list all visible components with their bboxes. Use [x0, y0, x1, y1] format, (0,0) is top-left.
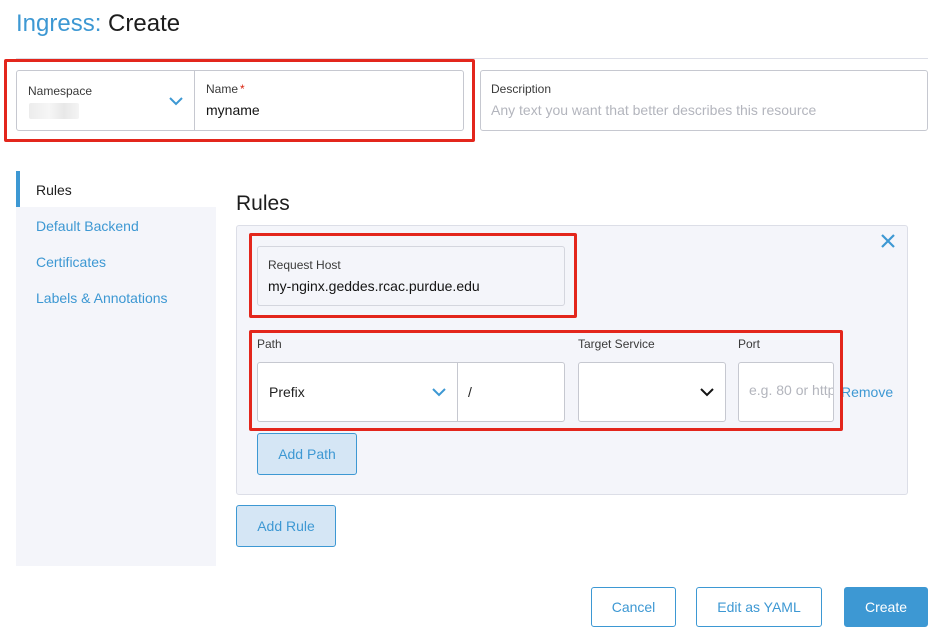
chevron-down-icon[interactable] [431, 384, 447, 400]
remove-path-link[interactable]: Remove [841, 384, 893, 400]
rules-heading: Rules [236, 192, 290, 215]
request-host-field[interactable]: Request Host my-nginx.geddes.rcac.purdue… [257, 246, 565, 306]
port-input[interactable]: e.g. 80 or http [738, 362, 834, 422]
namespace-name-group: Namespace Name * myname [16, 70, 464, 131]
namespace-value-redacted [29, 103, 79, 119]
tab-rules[interactable]: Rules [16, 171, 216, 207]
rule-card: Request Host my-nginx.geddes.rcac.purdue… [236, 225, 908, 495]
page-title: Ingress: Create [16, 10, 180, 38]
namespace-select[interactable]: Namespace [17, 71, 195, 130]
close-icon[interactable] [879, 232, 897, 250]
tab-default-backend[interactable]: Default Backend [16, 207, 216, 243]
target-service-label: Target Service [578, 337, 655, 351]
cancel-button[interactable]: Cancel [591, 587, 676, 627]
name-label: Name [206, 82, 239, 96]
rules-content: Rules Request Host my-nginx.geddes.rcac.… [216, 171, 928, 566]
port-label: Port [738, 337, 761, 351]
edit-yaml-button[interactable]: Edit as YAML [696, 587, 822, 627]
tab-certificates[interactable]: Certificates [16, 243, 216, 279]
namespace-label: Namespace [28, 84, 93, 98]
path-label: Path [257, 337, 282, 351]
name-label-row: Name * [206, 82, 452, 96]
add-path-button[interactable]: Add Path [257, 433, 357, 475]
required-marker: * [240, 82, 245, 96]
tab-labels-annotations[interactable]: Labels & Annotations [16, 279, 216, 315]
page-title-action: Create [108, 10, 181, 37]
description-field[interactable]: Description Any text you want that bette… [480, 70, 928, 131]
target-service-select[interactable] [578, 362, 726, 422]
path-input[interactable]: / [458, 363, 564, 421]
description-input[interactable]: Any text you want that better describes … [491, 102, 917, 118]
title-divider [16, 58, 928, 59]
chevron-down-icon[interactable] [168, 93, 184, 109]
path-group: Prefix / [257, 362, 565, 422]
path-type-value: Prefix [269, 384, 305, 400]
description-label: Description [491, 82, 552, 96]
name-input[interactable]: myname [206, 102, 452, 118]
create-button[interactable]: Create [844, 587, 928, 627]
request-host-label: Request Host [268, 258, 341, 272]
path-type-select[interactable]: Prefix [258, 363, 458, 421]
request-host-input[interactable]: my-nginx.geddes.rcac.purdue.edu [268, 278, 554, 294]
name-field[interactable]: Name * myname [195, 71, 463, 130]
side-tabs: Rules Default Backend Certificates Label… [16, 171, 216, 315]
ingress-form-panel: Rules Default Backend Certificates Label… [16, 171, 928, 566]
page-title-resource: Ingress: [16, 10, 102, 37]
chevron-down-icon[interactable] [699, 384, 715, 400]
add-rule-button[interactable]: Add Rule [236, 505, 336, 547]
